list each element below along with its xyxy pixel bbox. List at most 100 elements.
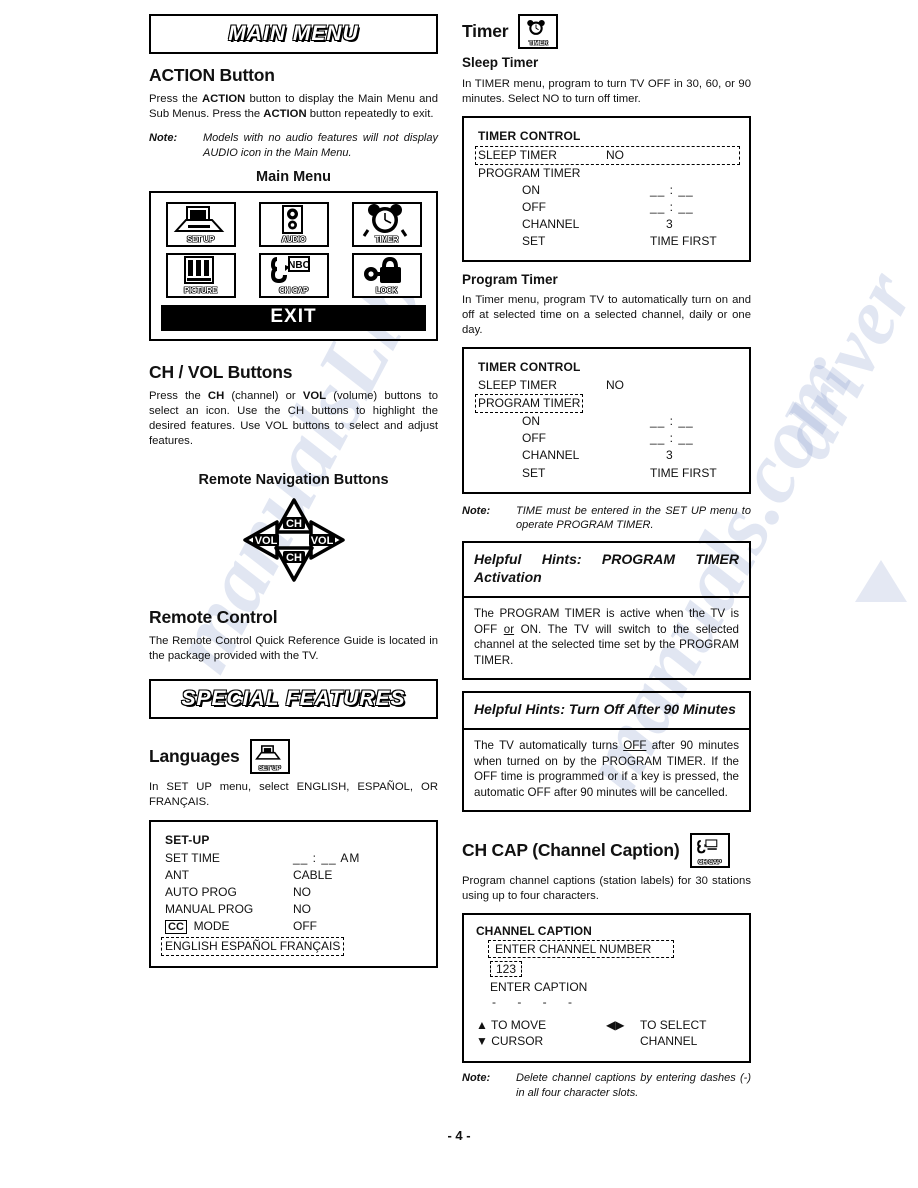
osd-label: OFF	[522, 431, 546, 446]
osd-label: ON	[522, 414, 540, 429]
osd-value: __ : __	[650, 199, 694, 214]
left-column: MAIN MENU ACTION Button Press the ACTION…	[149, 14, 438, 978]
osd-row-off[interactable]: OFF __ : __	[478, 430, 737, 447]
osd-label: SET	[522, 465, 546, 480]
menu-icon-audio-label: AUDIO	[281, 234, 306, 244]
osd-row-sleep-timer[interactable]: SLEEP TIMER NO	[478, 377, 737, 394]
osd-row-program-timer-highlighted[interactable]: PROGRAM TIMER	[475, 394, 737, 414]
menu-icon-chcap[interactable]: NBC CH CAP	[258, 252, 329, 298]
osd-row-ant[interactable]: ANT CABLE	[165, 867, 424, 884]
chvol-bold-2: VOL	[302, 390, 327, 403]
osd-label: CHANNEL	[522, 448, 580, 463]
svg-text:CH: CH	[286, 518, 302, 530]
menu-icon-audio[interactable]: AUDIO	[258, 201, 329, 247]
osd-value: __ : __	[650, 182, 694, 197]
menu-icon-lock-label: LOCK	[375, 285, 398, 295]
page-number: - 4 -	[447, 1128, 471, 1143]
osd-row-set-time[interactable]: SET TIME __ : __ AM	[165, 850, 424, 867]
action-bold-1: ACTION	[201, 93, 246, 106]
cc-legend-left-line-2: ▼ CURSOR	[476, 1034, 544, 1049]
osd-value: __ : __	[650, 431, 694, 446]
osd-value: TIME FIRST	[650, 465, 717, 480]
sleep-timer-paragraph: In TIMER menu, program to turn TV OFF in…	[462, 77, 751, 105]
menu-icon-lock[interactable]: LOCK	[351, 252, 422, 298]
nav-button-right: VOL	[309, 520, 345, 560]
note-label: Note:	[462, 504, 491, 517]
cc-osd-title: CHANNEL CAPTION	[476, 924, 592, 939]
helpful-hints-turn-off-90: Helpful Hints: Turn Off After 90 Minutes…	[462, 691, 751, 812]
osd-value: OFF	[293, 918, 317, 933]
program-timer-heading: Program Timer	[462, 271, 558, 287]
osd-row-channel[interactable]: CHANNEL 3	[478, 447, 737, 464]
timer-icon	[527, 19, 546, 35]
banner-main-menu: MAIN MENU	[149, 14, 438, 54]
osd-value: NO	[606, 147, 624, 162]
action-bold-2: ACTION	[263, 108, 307, 121]
osd-row-off[interactable]: OFF __ : __	[478, 199, 737, 216]
osd-title: TIMER CONTROL	[478, 360, 581, 375]
osd-row-set[interactable]: SET TIME FIRST	[478, 233, 737, 250]
nav-button-left: VOL	[243, 520, 279, 560]
chvol-text-2: (channel) or	[224, 390, 303, 403]
osd-label: AUTO PROG	[165, 884, 237, 899]
osd-label: CHANNEL	[522, 216, 580, 231]
menu-icon-picture[interactable]: PICTURE	[165, 252, 236, 298]
cc-channel-value-wrap[interactable]: 123	[476, 958, 737, 978]
chvol-paragraph: Press the CH (channel) or VOL (volume) b…	[149, 389, 438, 449]
osd-row-set[interactable]: SET TIME FIRST	[478, 465, 737, 482]
osd-row-on[interactable]: ON __ : __	[478, 413, 737, 430]
hints-underline: or	[503, 622, 515, 636]
note-label: Note:	[462, 1072, 491, 1085]
cc-mode-label: MODE	[193, 918, 230, 933]
hints-body: The TV automatically turns OFF after 90 …	[464, 730, 749, 810]
cc-legend-left: ▲ TO MOVE ▼ CURSOR	[476, 1017, 606, 1049]
osd-value: __ : __ AM	[293, 850, 361, 865]
language-options-row[interactable]: ENGLISH ESPAÑOL FRANÇAIS	[161, 937, 345, 957]
osd-row-manual-prog[interactable]: MANUAL PROG NO	[165, 901, 424, 918]
helpful-hints-program-timer: Helpful Hints: PROGRAM TIMER Activation …	[462, 541, 751, 681]
svg-text:NBC: NBC	[288, 260, 310, 271]
languages-heading: Languages	[149, 746, 240, 767]
menu-icon-chcap-label: CH CAP	[279, 285, 308, 295]
osd-value: CABLE	[293, 867, 333, 882]
osd-row-program-timer[interactable]: PROGRAM TIMER	[478, 165, 737, 182]
note-text: TIME must be entered in the SET UP menu …	[516, 504, 751, 531]
cc-legend-right: TO SELECT CHANNEL	[640, 1017, 737, 1049]
cc-legend-right-line-2: CHANNEL	[640, 1034, 698, 1049]
channel-caption-osd: CHANNEL CAPTION ENTER CHANNEL NUMBER 123…	[462, 913, 751, 1064]
chcap-icon-small: CH CAP	[689, 832, 730, 868]
banner-special-features-text: SPECIAL FEATURES	[181, 687, 406, 712]
timer-icon-small-label: TIMER	[528, 40, 548, 47]
osd-row-sleep-timer-highlighted[interactable]: SLEEP TIMER NO	[475, 145, 740, 165]
cc-enter-channel-number-field[interactable]: ENTER CHANNEL NUMBER	[476, 940, 737, 959]
setup-osd-title: SET-UP	[165, 832, 210, 847]
osd-row-channel[interactable]: CHANNEL 3	[478, 216, 737, 233]
osd-label-cc: CC MODE	[165, 918, 293, 936]
cc-legend-left-line-1: ▲ TO MOVE	[476, 1018, 547, 1033]
osd-label: OFF	[522, 199, 546, 214]
chcap-note: Note: Delete channel captions by enterin…	[462, 1071, 751, 1100]
svg-text:CH: CH	[286, 552, 302, 564]
osd-label: ON	[522, 182, 540, 197]
osd-row-auto-prog[interactable]: AUTO PROG NO	[165, 884, 424, 901]
banner-main-menu-text: MAIN MENU	[228, 21, 359, 46]
banner-special-features: SPECIAL FEATURES	[149, 679, 438, 720]
cc-field-label: ENTER CHANNEL NUMBER	[488, 940, 675, 959]
chcap-icon-small-label: CH CAP	[697, 858, 722, 866]
osd-row-cc-mode[interactable]: CC MODE OFF	[165, 918, 424, 936]
note-label: Note:	[149, 132, 178, 145]
osd-row-on[interactable]: ON __ : __	[478, 182, 737, 199]
cc-caption-slots[interactable]: - - - -	[492, 995, 737, 1009]
osd-label: PROGRAM TIMER	[475, 394, 584, 414]
osd-value	[606, 165, 737, 182]
chcap-icon	[696, 839, 717, 854]
sleep-timer-heading: Sleep Timer	[462, 55, 539, 70]
menu-icon-timer[interactable]: TIMER	[351, 201, 422, 247]
osd-label: SET TIME	[165, 850, 220, 865]
main-menu-exit-button[interactable]: EXIT	[161, 304, 426, 331]
remote-control-paragraph: The Remote Control Quick Reference Guide…	[149, 635, 438, 663]
action-button-heading: ACTION Button	[149, 65, 275, 85]
remote-nav-title: Remote Navigation Buttons	[198, 472, 389, 489]
osd-label: MANUAL PROG	[165, 901, 254, 916]
menu-icon-setup[interactable]: SET UP	[165, 201, 236, 247]
